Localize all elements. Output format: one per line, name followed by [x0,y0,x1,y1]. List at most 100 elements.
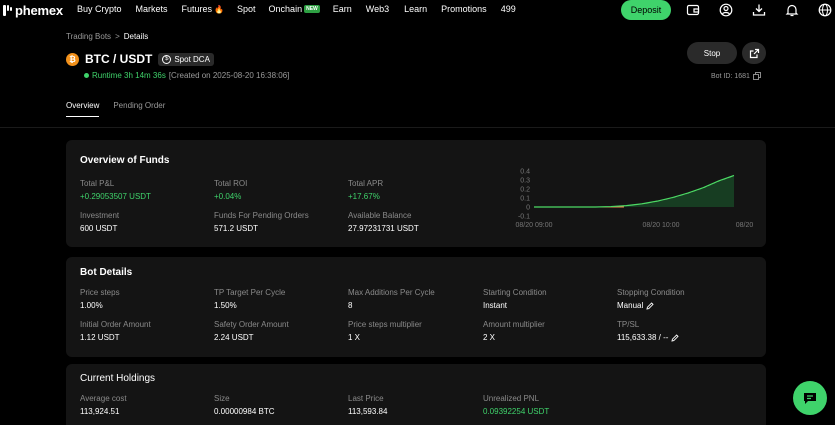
nav-onchain-label: Onchain [268,4,303,14]
tab-bar: Overview Pending Order [66,101,165,117]
price-steps-label: Price steps [80,288,120,297]
tab-overview[interactable]: Overview [66,101,100,117]
max-additions-label: Max Additions Per Cycle [348,288,435,297]
bot-details-title: Bot Details [80,267,133,278]
funds-title: Overview of Funds [80,155,170,166]
user-icon[interactable] [719,3,733,17]
dollar-circle-icon: $ [162,54,172,64]
total-apr-value: +17.67% [348,192,380,201]
unrealized-pnl-label: Unrealized PNL [483,394,540,403]
main-menu: Buy Crypto Markets Futures 🔥 Spot Onchai… [77,4,516,14]
chart-x-tick: 08/20 11:00 [736,222,754,229]
average-cost-field: Average cost 113,924.51 [80,394,127,416]
starting-condition-value: Instant [483,301,508,310]
tpsl-value: 115,633.38 / -- [617,333,680,342]
nav-learn[interactable]: Learn [404,4,427,14]
nav-web3[interactable]: Web3 [366,4,389,14]
new-badge: NEW [304,5,320,13]
tpsl-label: TP/SL [617,320,640,329]
nav-promotions[interactable]: Promotions [441,4,487,14]
share-icon [749,48,759,58]
last-price-label: Last Price [348,394,384,403]
globe-icon[interactable] [818,3,832,17]
breadcrumb-parent[interactable]: Trading Bots [66,32,111,41]
amount-multiplier-value: 2 X [483,333,496,342]
nav-onchain[interactable]: Onchain NEW [269,4,320,14]
last-price-value: 113,593.84 [348,407,388,416]
nav-markets[interactable]: Markets [136,4,168,14]
chart-x-tick: 08/20 10:00 [643,222,680,229]
size-field: Size 0.00000984 BTC [214,394,275,416]
tpsl-field: TP/SL 115,633.38 / -- [617,320,680,342]
average-cost-label: Average cost [80,394,127,403]
last-price-field: Last Price 113,593.84 [348,394,387,416]
bot-type-label: Spot DCA [174,54,210,64]
pending-funds-field: Funds For Pending Orders 571.2 USDT [214,211,309,233]
total-apr-field: Total APR +17.67% [348,179,383,201]
page-title: BTC / USDT [85,52,153,66]
total-pl-label: Total P&L [80,179,115,188]
stop-button[interactable]: Stop [687,42,737,64]
investment-field: Investment 600 USDT [80,211,119,233]
nav-buy-crypto[interactable]: Buy Crypto [77,4,122,14]
edit-icon[interactable] [671,333,680,342]
runtime-text: Runtime 3h 14m 36s [92,71,166,80]
total-pl-value: +0.29053507 USDT [80,192,151,201]
breadcrumb: Trading Bots > Details [66,32,148,41]
initial-order-field: Initial Order Amount 1.12 USDT [80,320,151,342]
amount-multiplier-label: Amount multiplier [483,320,545,329]
average-cost-value: 113,924.51 [80,407,120,416]
deposit-button[interactable]: Deposit [621,0,671,20]
download-icon[interactable] [752,3,766,17]
brand-logo[interactable]: phemex [3,3,63,18]
share-button[interactable] [742,42,766,64]
edit-icon[interactable] [646,301,654,310]
tp-target-field: TP Target Per Cycle 1.50% [214,288,285,310]
total-apr-label: Total APR [348,179,384,188]
nav-499[interactable]: 499 [501,4,516,14]
stopping-condition-text: Manual [617,301,644,310]
running-status-dot [84,73,89,78]
safety-order-label: Safety Order Amount [214,320,289,329]
amount-multiplier-field: Amount multiplier 2 X [483,320,545,342]
copy-icon[interactable] [752,72,761,80]
nav-spot[interactable]: Spot [237,4,256,14]
chart-y-tick: 0.1 [520,196,530,203]
brand-name: phemex [15,3,63,18]
pnl-chart: 0.4 0.3 0.2 0.1 0 -0.1 08/20 09:00 08/20 10:00… [516,169,754,230]
price-steps-field: Price steps 1.00% [80,288,120,310]
bell-icon[interactable] [785,3,799,17]
bot-header: ₿ BTC / USDT $ Spot DCA [66,52,214,66]
stopping-condition-label: Stopping Condition [617,288,685,297]
chart-y-tick: 0.4 [520,169,530,176]
chat-icon [804,393,816,404]
max-additions-field: Max Additions Per Cycle 8 [348,288,435,310]
chart-y-tick: 0 [526,205,530,212]
price-multiplier-field: Price steps multiplier 1 X [348,320,422,342]
size-value: 0.00000984 BTC [214,407,275,416]
chart-x-axis: 08/20 09:00 08/20 10:00 08/20 11:00 [516,222,754,229]
size-label: Size [214,394,230,403]
safety-order-value: 2.24 USDT [214,333,254,342]
tab-divider [0,127,835,128]
fire-icon: 🔥 [214,4,225,14]
created-text: [Created on 2025-08-20 16:38:06] [168,71,290,80]
pending-funds-value: 571.2 USDT [214,224,259,233]
starting-condition-label: Starting Condition [483,288,547,297]
chat-support-button[interactable] [793,381,827,415]
logo-mark-icon [3,4,12,17]
available-balance-field: Available Balance 27.97231731 USDT [348,211,419,233]
chart-y-axis: 0.4 0.3 0.2 0.1 0 -0.1 [518,169,530,221]
nav-futures[interactable]: Futures 🔥 [182,4,224,14]
tab-pending-order[interactable]: Pending Order [113,101,165,117]
price-multiplier-label: Price steps multiplier [348,320,422,329]
starting-condition-field: Starting Condition Instant [483,288,547,310]
available-balance-value: 27.97231731 USDT [348,224,419,233]
bot-id: Bot ID: 1681 [711,72,761,80]
price-steps-value: 1.00% [80,301,103,310]
tpsl-text: 115,633.38 / -- [617,333,669,342]
nav-earn[interactable]: Earn [333,4,352,14]
chart-y-tick: 0.2 [520,187,530,194]
holdings-card: Current Holdings Average cost 113,924.51… [66,364,766,425]
wallet-icon[interactable] [686,3,700,17]
